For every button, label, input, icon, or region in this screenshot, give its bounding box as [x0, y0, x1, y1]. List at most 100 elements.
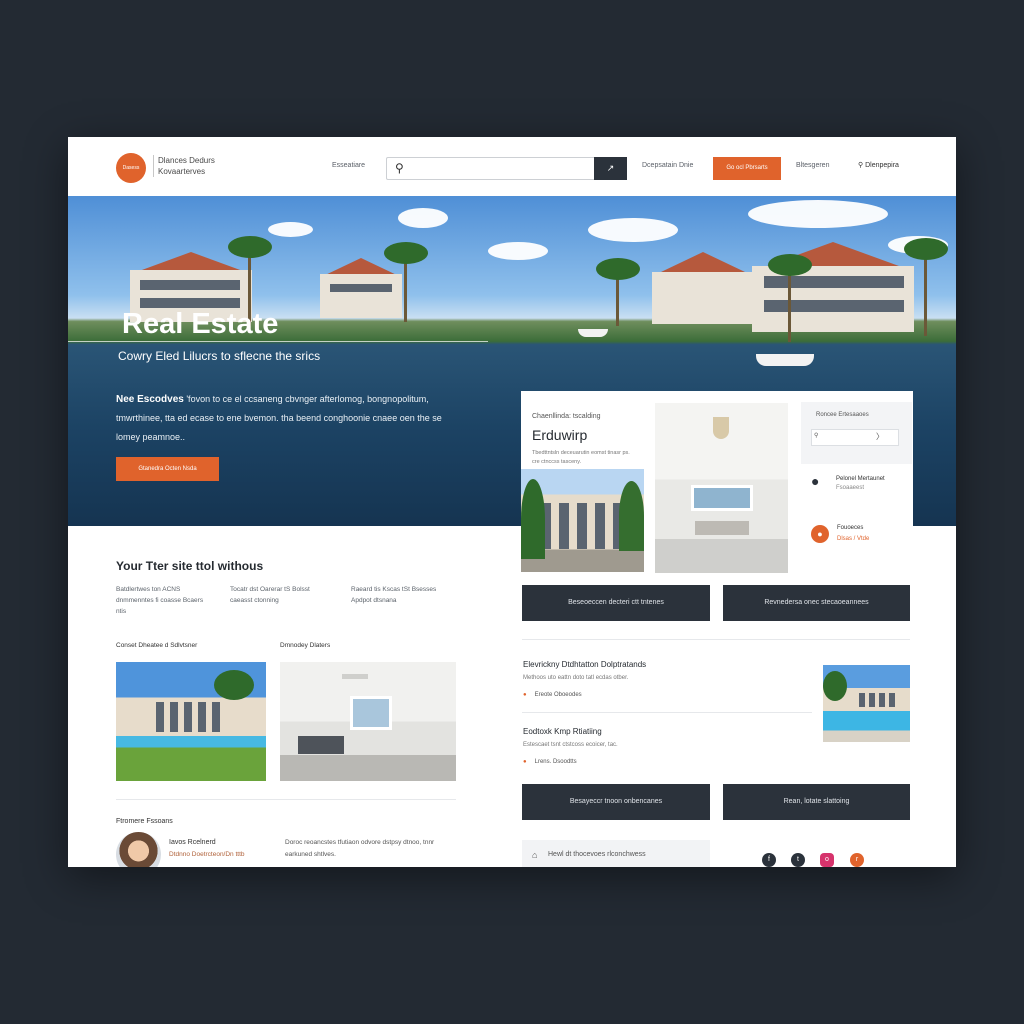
agent-section-title: Ftromere Fssoans: [116, 818, 173, 825]
interior-window: [350, 696, 392, 730]
house-window: [330, 284, 392, 292]
sidebar-contact-title: Fouoeces: [837, 525, 864, 531]
brand-line-2: Kovaarterves: [158, 167, 206, 176]
sidebar-agent-name: Pelonel Mertaunet: [836, 476, 885, 482]
arrow-icon: ↗: [606, 163, 615, 173]
listing-1-location-text: Ereote Oboeodes: [534, 692, 582, 698]
card-title: Erduwirp: [532, 427, 588, 443]
villa-windows: [541, 503, 621, 549]
divider: [522, 639, 910, 640]
search-icon: ⚲: [395, 161, 404, 175]
search-icon: ⚲: [858, 162, 864, 169]
house-facade: [652, 272, 754, 324]
footer-info-box[interactable]: ⌂ Hewl dt thocevoes rlconchwess: [522, 840, 710, 867]
listing-2-location: ● Lrens. Dsoodtts: [523, 759, 577, 765]
boat-shape: [756, 354, 814, 366]
nav-link-left[interactable]: Esseatiare: [332, 162, 365, 169]
listing-2-location-text: Lrens. Dsoodtts: [534, 759, 577, 765]
sidebar-agent-role: Fsoaaeest: [836, 485, 865, 491]
house-window: [140, 280, 240, 290]
search-input[interactable]: [411, 161, 591, 176]
rss-icon[interactable]: r: [850, 853, 864, 867]
interior-window: [691, 485, 753, 511]
nav-link-right-2[interactable]: Bltesgeren: [796, 162, 829, 169]
palm-fronds: [904, 238, 948, 260]
action-button-1[interactable]: Beseoeccen decteri ctt tntenes: [522, 585, 710, 621]
cloud-shape: [588, 218, 678, 242]
action-button-3[interactable]: Besayeccr tnoon onbencanes: [522, 784, 710, 820]
user-icon: ●: [811, 473, 820, 489]
listing-1-location: ● Ereote Oboeodes: [523, 692, 582, 698]
palm-tree: [214, 670, 254, 700]
inquiry-input[interactable]: [811, 429, 899, 446]
house-window: [764, 300, 904, 312]
footer-info-text: Hewl dt thocevoes rlconchwess: [548, 851, 646, 858]
palm-fronds: [228, 236, 272, 258]
chandelier: [713, 417, 729, 439]
brand-name: Dlances Dedurs Kovaarterves: [153, 155, 215, 177]
pool-villa-photo[interactable]: [116, 662, 266, 781]
site-header: Dasess Dlances Dedurs Kovaarterves Essea…: [68, 137, 956, 196]
hero-description: Nee Escodves 'fovon to ce el ccsaneng cb…: [116, 390, 446, 447]
listing-2-title[interactable]: Eodtoxk Kmp Rtiatiing: [523, 727, 602, 736]
sofa: [298, 736, 344, 754]
palm-tree: [521, 479, 545, 559]
hero-cta-button[interactable]: Gtanedra Octen Nsda: [116, 457, 219, 481]
villa-windows: [859, 693, 899, 707]
feature-col-2: Tocatr dst Oarerar tS Bolsst caeasst cto…: [230, 586, 310, 604]
sidebar-contact: Fouoeces Dlsas / Vtde: [837, 523, 869, 545]
divider: [116, 799, 456, 800]
location-pin-icon: ●: [523, 759, 527, 765]
card-text: Tbedttntsln deceuarutin eomst tinasr ps.…: [532, 450, 630, 465]
sidebar-agent: Pelonel Mertaunet Fsoaaeest: [836, 475, 885, 493]
house-window: [140, 298, 240, 308]
search-submit-button[interactable]: ↗: [594, 157, 627, 180]
browser-page: Dasess Dlances Dedurs Kovaarterves Essea…: [68, 137, 956, 867]
instagram-icon[interactable]: o: [820, 853, 834, 867]
nav-link-label: Dlenpepira: [865, 162, 899, 169]
boat-shape: [578, 329, 608, 337]
header-cta-button[interactable]: Go ocl Pbrsarts: [713, 157, 781, 180]
cloud-shape: [488, 242, 548, 260]
cloud-shape: [748, 200, 888, 228]
nav-link-right-3[interactable]: ⚲ Dlenpepira: [858, 161, 899, 169]
search-icon: ⚲: [814, 433, 819, 439]
hero-subtitle: Cowry Eled Lilucrs to sflecne the srics: [118, 349, 321, 363]
hero-title: Real Estate: [122, 308, 279, 340]
nav-link-right-1[interactable]: Dcepsatain Dnie: [642, 162, 693, 169]
hero-divider: [68, 341, 488, 342]
gallery-label-2: Dmnodey Dlaters: [280, 642, 331, 649]
action-button-4[interactable]: Rean, lotate slattoing: [723, 784, 910, 820]
brand-line-1: Dlances Dedurs: [158, 156, 215, 165]
villa-windows: [156, 702, 226, 732]
facebook-icon[interactable]: f: [762, 853, 776, 867]
feature-col-3: Raeard tis Kscas tSt Bsesses Apdpot dtsn…: [351, 586, 437, 604]
house-window: [764, 276, 904, 288]
listing-1-title[interactable]: Elevrickny Dtdhtatton Dolptratands: [523, 660, 646, 669]
twitter-icon[interactable]: t: [791, 853, 805, 867]
interior-photo[interactable]: [655, 403, 788, 573]
agent-avatar[interactable]: [116, 832, 161, 867]
logo[interactable]: Dasess: [116, 153, 146, 183]
home-icon: ⌂: [532, 850, 538, 860]
villa-photo[interactable]: [521, 469, 644, 572]
agent-name: Iavos Rcelnerd: [169, 839, 216, 846]
cloud-shape: [268, 222, 313, 237]
features-title: Your Tter site ttol withous: [116, 559, 264, 573]
house-facade: [320, 274, 402, 318]
listing-2-desc: Estescaet tsnt ctstcoss ecoicer, tac.: [523, 742, 618, 748]
listing-1-desc: Methoos uto eattn doto tatl ecdas otber.: [523, 675, 629, 681]
ceiling-fan: [342, 674, 368, 679]
palm-fronds: [596, 258, 640, 280]
agent-role: Dtdnno Doetrcteon/Dn tttb: [169, 851, 245, 858]
agent-bio: Doroc reoancstes tfutiaon odvore dstpsy …: [285, 839, 435, 858]
cursor-icon: 〉: [876, 432, 884, 441]
hero-body-lead: Nee Escodves: [116, 394, 184, 405]
sofa: [695, 521, 749, 535]
search-box: ⚲ ↗: [386, 157, 627, 180]
living-room-photo[interactable]: [280, 662, 456, 781]
palm-tree: [619, 481, 644, 551]
sidebar-contact-sub[interactable]: Dlsas / Vtde: [837, 536, 869, 542]
listing-1-photo[interactable]: [823, 665, 910, 742]
action-button-2[interactable]: Revnedersa onec stecaoeannees: [723, 585, 910, 621]
